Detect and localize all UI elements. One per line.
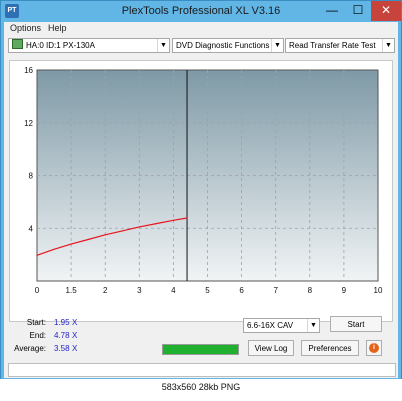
image-caption: 583x560 28kb PNG [161,382,241,392]
data-point [186,217,188,219]
data-point [121,230,123,232]
menu-bar: Options Help [4,22,398,36]
progress-bar [162,344,239,355]
menu-options[interactable]: Options [10,23,41,33]
x-tick-label: 8 [308,286,313,295]
maximize-button[interactable]: ☐ [345,1,371,21]
end-unit-icon: X [72,331,78,340]
average-label: Average: [14,344,46,353]
preferences-button[interactable]: Preferences [301,340,359,356]
end-value: 4.78 [54,331,70,340]
x-tick-label: 5 [205,286,210,295]
average-unit-icon: X [72,344,78,353]
chevron-down-icon[interactable]: ▼ [382,39,394,52]
data-point [36,254,38,256]
info-icon: i [369,343,379,353]
data-point [138,226,140,228]
title-bar: PT PlexTools Professional XL V3.16 — ☐ ✕ [1,1,401,22]
x-tick-label: 7 [273,286,278,295]
x-tick-label: 0 [35,286,40,295]
chart-panel: 0 1.5 2 3 4 5 6 7 8 9 10 16 12 8 4 [9,60,393,322]
client-area: Options Help HA:0 ID:1 PX-130A ▼ DVD Dia… [4,22,398,378]
start-value: 1.95 [54,318,70,327]
end-label: End: [29,331,46,340]
y-tick-label: 4 [29,224,34,233]
speed-select[interactable]: 6.6-16X CAV ▼ [243,318,320,333]
test-select[interactable]: Read Transfer Rate Test ▼ [285,38,395,53]
x-tick-label: 4 [171,286,176,295]
drive-select[interactable]: HA:0 ID:1 PX-130A ▼ [8,38,170,53]
info-button[interactable]: i [366,340,382,356]
function-select[interactable]: DVD Diagnostic Functions ▼ [172,38,284,53]
data-point [104,234,106,236]
minimize-button[interactable]: — [319,1,345,21]
chevron-down-icon[interactable]: ▼ [307,319,319,332]
transfer-rate-chart: 0 1.5 2 3 4 5 6 7 8 9 10 16 12 8 4 [24,66,383,295]
chevron-down-icon[interactable]: ▼ [157,39,169,52]
drive-icon [12,39,23,49]
function-select-value: DVD Diagnostic Functions [176,41,270,50]
x-tick-label: 9 [342,286,347,295]
test-select-value: Read Transfer Rate Test [289,41,376,50]
start-button[interactable]: Start [330,316,382,332]
start-label: Start: [26,318,46,327]
status-field [8,363,396,377]
app-window: PT PlexTools Professional XL V3.16 — ☐ ✕… [0,0,402,401]
average-value: 3.58 [54,344,70,353]
y-tick-label: 8 [29,172,34,181]
x-tick-label: 2 [103,286,108,295]
menu-help[interactable]: Help [48,23,67,33]
x-tick-label: 1.5 [66,286,78,295]
drive-select-value: HA:0 ID:1 PX-130A [26,41,95,50]
y-tick-label: 16 [24,66,33,75]
close-button[interactable]: ✕ [371,1,401,21]
start-unit-icon: X [72,318,78,327]
x-tick-label: 6 [239,286,244,295]
speed-select-value: 6.6-16X CAV [247,321,294,330]
chevron-down-icon[interactable]: ▼ [271,39,283,52]
view-log-button[interactable]: View Log [248,340,294,356]
y-tick-label: 12 [24,119,33,128]
x-tick-label: 3 [137,286,142,295]
data-point [155,223,157,225]
x-tick-label: 10 [374,286,383,295]
data-point [70,243,72,245]
data-point [87,238,89,241]
data-point [172,219,174,221]
data-point [53,248,55,250]
